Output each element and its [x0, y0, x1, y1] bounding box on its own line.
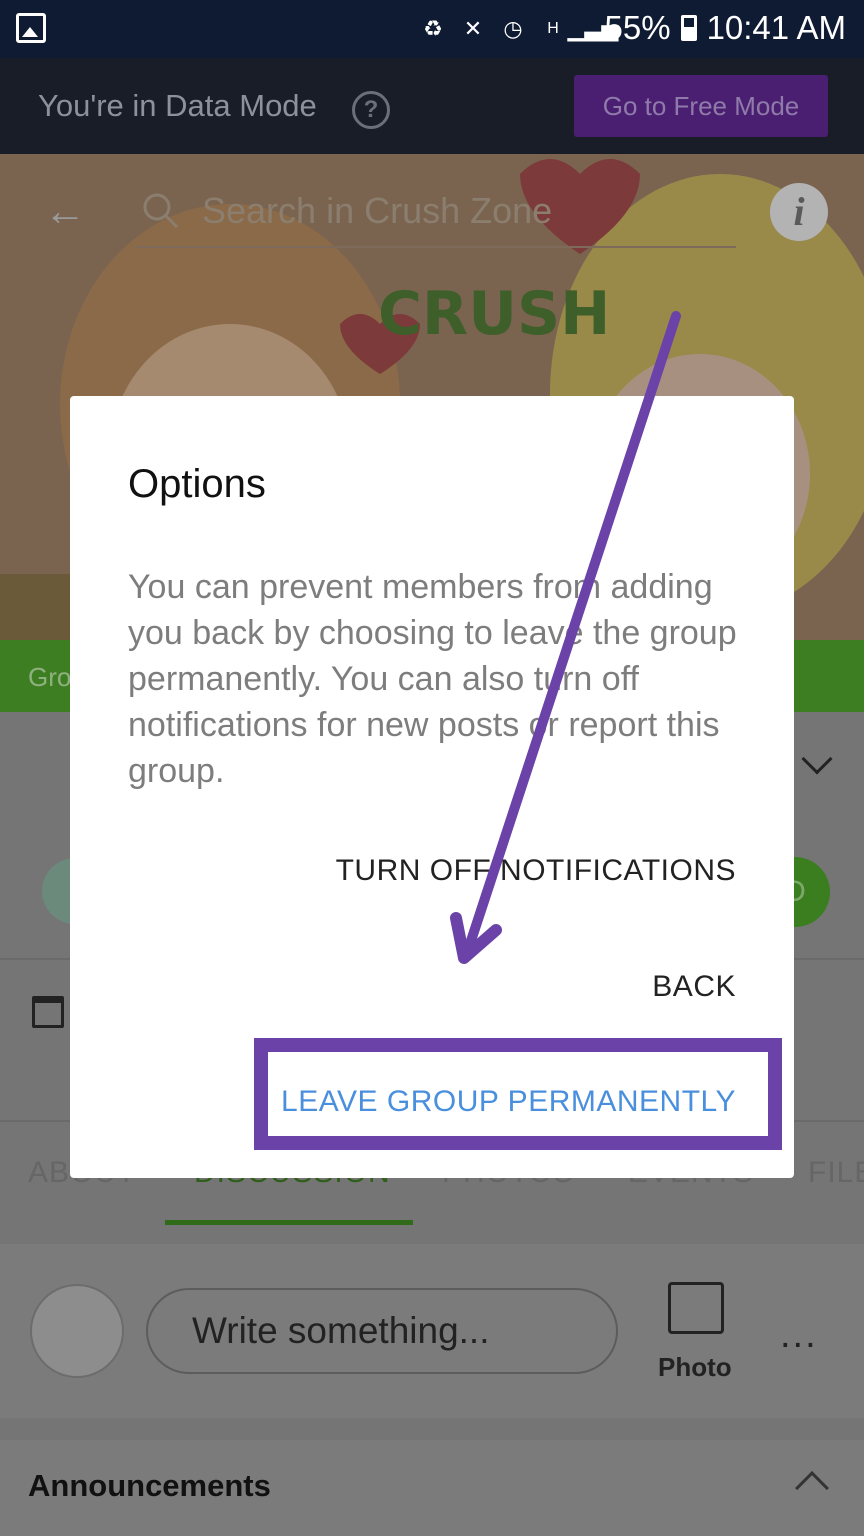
photo-icon[interactable]: [668, 1282, 724, 1334]
info-icon[interactable]: i: [770, 183, 828, 241]
announcements-label: Announcements: [28, 1468, 271, 1503]
group-banner-label: Gro: [28, 662, 72, 692]
go-to-free-mode-button[interactable]: Go to Free Mode: [574, 75, 828, 137]
turn-off-notifications-button[interactable]: TURN OFF NOTIFICATIONS: [336, 854, 736, 888]
help-icon[interactable]: ?: [352, 91, 390, 129]
back-button[interactable]: BACK: [652, 970, 736, 1004]
dialog-message: You can prevent members from adding you …: [128, 568, 737, 790]
calendar-icon: [32, 996, 64, 1028]
gallery-icon: [16, 13, 46, 43]
user-avatar[interactable]: [30, 1284, 124, 1378]
search-underline: [136, 246, 736, 248]
battery-percent: 55%: [604, 9, 671, 46]
recycle-icon: ♻: [423, 16, 443, 41]
status-icons: ♻ ✕ ◷ H ▁▃▅: [420, 12, 619, 46]
svg-text:CRUSH: CRUSH: [378, 279, 610, 349]
battery-icon: [680, 15, 697, 41]
signal-icon: ▁▃▅: [567, 16, 619, 41]
search-icon: [143, 193, 179, 229]
back-arrow-icon[interactable]: ←: [44, 190, 92, 232]
status-bar: ♻ ✕ ◷ H ▁▃▅ 55% 10:41 AM: [0, 0, 864, 58]
active-tab-indicator: [165, 1220, 413, 1225]
data-mode-text: You're in Data Mode: [38, 88, 317, 123]
more-options-icon[interactable]: ...: [780, 1314, 818, 1357]
tab-files[interactable]: FILE: [808, 1156, 864, 1190]
dialog-title: Options: [128, 462, 266, 506]
photo-label[interactable]: Photo: [658, 1352, 732, 1383]
search-input[interactable]: Search in Crush Zone: [202, 190, 552, 232]
mute-icon: ✕: [463, 16, 483, 41]
clock: 10:41 AM: [706, 9, 846, 46]
write-something-placeholder: Write something...: [192, 1310, 490, 1351]
h-data-icon: H: [547, 20, 559, 37]
alarm-icon: ◷: [503, 16, 523, 41]
highlight-annotation-box: [254, 1038, 782, 1150]
